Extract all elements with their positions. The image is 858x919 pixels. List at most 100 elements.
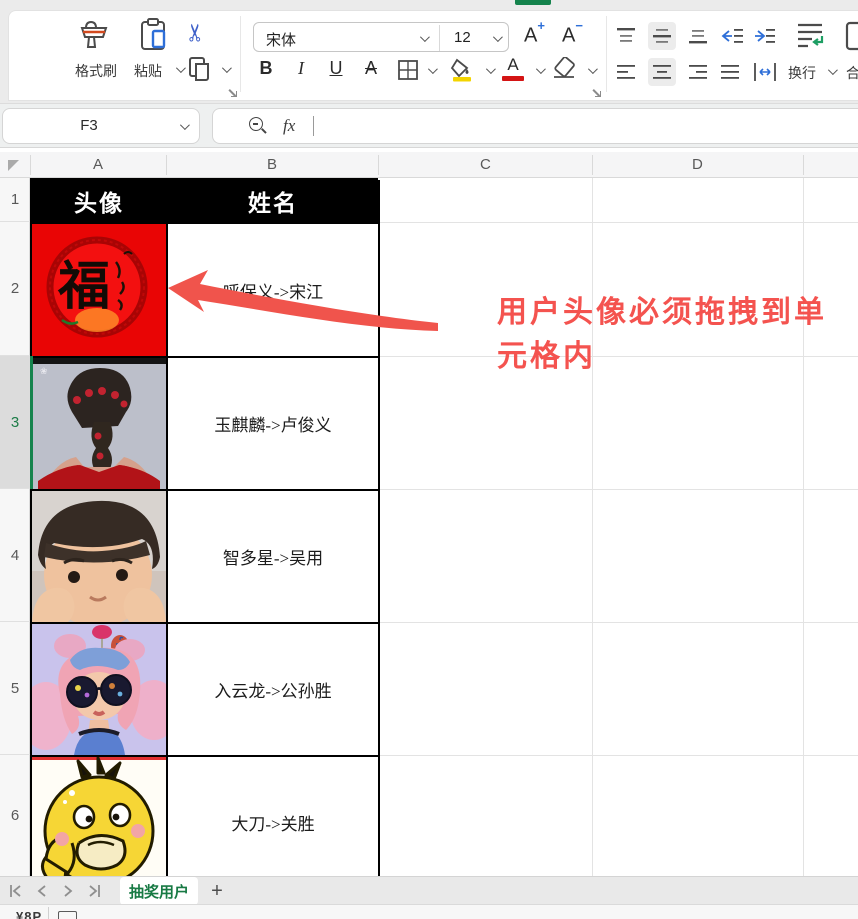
spreadsheet-app-window: 格式刷 粘贴 ✂ 宋体 12 A+ A− B I U A (0, 0, 858, 919)
cell-a6[interactable] (32, 757, 168, 890)
prev-sheet-icon[interactable] (34, 883, 50, 899)
ribbon-divider (606, 16, 607, 92)
psyduck-cartoon-avatar[interactable] (32, 757, 166, 888)
underline-button[interactable]: U (324, 58, 348, 79)
font-color-icon[interactable]: A (502, 55, 524, 81)
align-bottom-icon[interactable] (688, 27, 708, 50)
format-painter-label[interactable]: 格式刷 (75, 61, 117, 81)
add-sheet-icon[interactable]: + (205, 878, 229, 904)
clipboard-group-expand-icon[interactable] (228, 88, 237, 97)
row-header-2[interactable]: 2 (0, 222, 30, 356)
wrap-text-label[interactable]: 换行 (788, 63, 816, 83)
selected-row-accent-bar (30, 356, 33, 489)
decrease-indent-icon[interactable] (720, 26, 744, 51)
autowrap-icon[interactable] (794, 20, 828, 57)
font-size-chevron-icon[interactable] (493, 32, 503, 42)
name-box[interactable]: F3 (2, 108, 200, 144)
cell-b4-name[interactable]: 智多星->吴用 (168, 491, 380, 624)
justify-icon[interactable] (720, 63, 740, 86)
first-sheet-icon[interactable] (8, 883, 24, 899)
minus-icon: − (575, 18, 583, 33)
status-divider (48, 907, 49, 919)
clipped-status-icon (58, 911, 77, 919)
fill-color-icon[interactable] (450, 57, 474, 88)
merge-cells-icon-partial[interactable] (845, 20, 858, 57)
column-header-c[interactable]: C (480, 156, 491, 173)
grid-lines (378, 178, 858, 876)
row-header-4[interactable]: 4 (0, 489, 30, 622)
align-top-icon[interactable] (616, 27, 636, 50)
font-name-size-combo[interactable]: 宋体 12 (253, 22, 509, 52)
name-box-value: F3 (3, 117, 175, 134)
merge-label-partial[interactable]: 合 (846, 63, 858, 83)
row-header-3-selected[interactable]: 3 (0, 356, 30, 489)
row-header-5[interactable]: 5 (0, 622, 30, 755)
clipped-status-fragment: ¥8P (16, 909, 42, 919)
pink-hair-girl-art-avatar[interactable] (32, 624, 166, 755)
annotation-text: 用户头像必须拖拽到单元格内 (497, 291, 849, 379)
font-name-value[interactable]: 宋体 (266, 29, 296, 50)
row-header-gutter: 1 2 3 4 5 6 (0, 178, 30, 876)
red-annotation-arrow (160, 262, 450, 342)
window-accent-bar (515, 0, 551, 5)
column-header-d[interactable]: D (692, 156, 703, 173)
cell-a5[interactable] (32, 624, 168, 757)
formula-bar: F3 fx (0, 103, 858, 148)
font-size-value[interactable]: 12 (454, 29, 471, 46)
cell-a3[interactable]: ❀ (32, 358, 168, 491)
borders-icon[interactable] (398, 60, 418, 85)
header-cell-avatar[interactable]: 头像 (32, 180, 168, 224)
italic-button[interactable]: I (289, 58, 313, 79)
column-header-strip: A B C D (0, 152, 858, 178)
fx-icon[interactable]: fx (283, 116, 295, 136)
formula-caret (313, 116, 314, 136)
status-bar-partial: ¥8P (0, 904, 858, 919)
increase-font-size-button[interactable]: A+ (524, 22, 545, 48)
cell-a2[interactable]: 福 (32, 224, 168, 358)
strikethrough-button[interactable]: A (359, 58, 383, 79)
cell-b3-name[interactable]: 玉麒麟->卢俊义 (168, 358, 380, 491)
last-sheet-icon[interactable] (86, 883, 102, 899)
row-header-6[interactable]: 6 (0, 755, 30, 876)
ribbon-divider (240, 16, 241, 92)
combo-divider (439, 25, 440, 51)
cut-scissors-icon[interactable]: ✂ (182, 22, 211, 42)
header-cell-name[interactable]: 姓名 (168, 180, 380, 224)
plus-icon: + (537, 18, 545, 33)
svg-text:福: 福 (57, 258, 110, 316)
fortune-fu-ornament-avatar[interactable]: 福 (32, 224, 166, 356)
decrease-font-size-button[interactable]: A− (562, 22, 583, 48)
bold-button[interactable]: B (254, 58, 278, 79)
cell-b5-name[interactable]: 入云龙->公孙胜 (168, 624, 380, 757)
format-painter-button[interactable] (76, 18, 112, 57)
clear-format-eraser-icon[interactable] (552, 57, 578, 86)
sheet-tab-bar: 抽奖用户 + (0, 876, 858, 904)
increase-indent-icon[interactable] (752, 26, 776, 51)
font-group-expand-icon[interactable] (592, 88, 601, 97)
red-dress-braid-photo-avatar[interactable]: ❀ (32, 358, 166, 489)
cell-a4[interactable] (32, 491, 168, 624)
column-header-a[interactable]: A (93, 156, 103, 173)
svg-text:❀: ❀ (40, 366, 48, 376)
paste-clipboard-icon (138, 40, 170, 57)
toddler-photo-avatar[interactable] (32, 491, 166, 622)
paste-label[interactable]: 粘贴 (134, 61, 162, 81)
row-header-1[interactable]: 1 (0, 178, 30, 222)
align-center-icon[interactable] (652, 63, 672, 86)
column-header-b[interactable]: B (267, 156, 277, 173)
formula-input[interactable]: fx (212, 108, 858, 144)
text-spacing-icon[interactable] (752, 61, 778, 88)
active-sheet-tab[interactable]: 抽奖用户 (120, 877, 198, 905)
cell-b6-name[interactable]: 大刀->关胜 (168, 757, 380, 890)
name-box-chevron-icon[interactable] (180, 120, 190, 130)
align-middle-icon[interactable] (652, 27, 672, 50)
next-sheet-icon[interactable] (60, 883, 76, 899)
format-painter-icon (76, 39, 112, 56)
align-left-icon[interactable] (616, 63, 636, 86)
select-all-corner[interactable] (8, 160, 19, 171)
magnifier-icon[interactable] (249, 117, 263, 131)
font-name-chevron-icon[interactable] (420, 32, 430, 42)
copy-icon[interactable] (188, 56, 214, 89)
paste-button[interactable] (138, 17, 170, 58)
align-right-icon[interactable] (688, 63, 708, 86)
